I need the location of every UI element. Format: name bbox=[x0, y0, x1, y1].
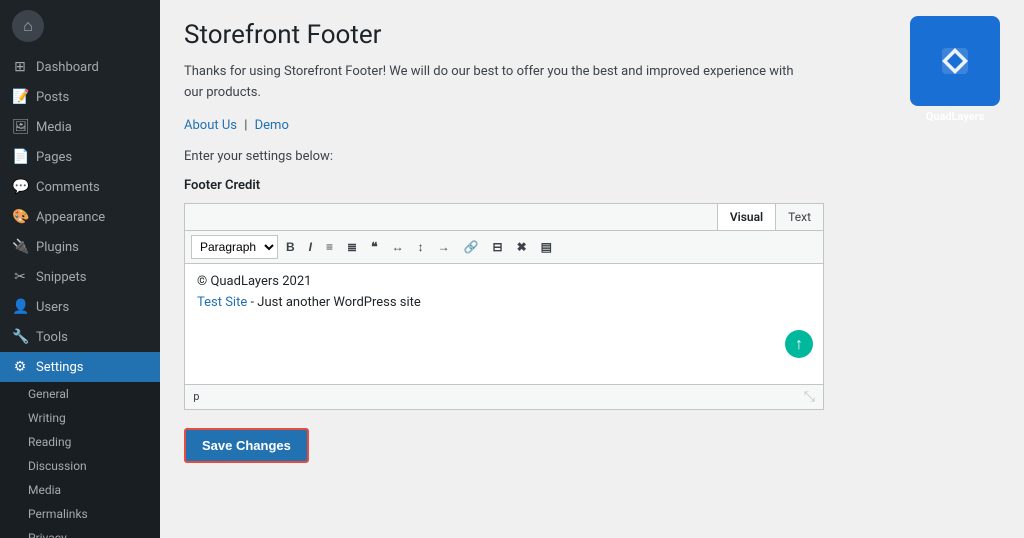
media-icon: 🖼 bbox=[12, 119, 28, 135]
sidebar-item-settings[interactable]: ⚙ Settings bbox=[0, 352, 160, 382]
plugins-icon: 🔌 bbox=[12, 239, 28, 255]
italic-button[interactable]: I bbox=[303, 237, 318, 257]
settings-icon: ⚙ bbox=[12, 359, 28, 375]
submenu-item-general[interactable]: General bbox=[0, 382, 160, 406]
site-desc: - Just another WordPress site bbox=[247, 295, 421, 310]
quadlayers-diamond-icon bbox=[934, 40, 976, 82]
align-center-button[interactable]: ↕ bbox=[412, 237, 430, 257]
table-button[interactable]: ▤ bbox=[535, 237, 558, 257]
editor-body[interactable]: © QuadLayers 2021 Test Site - Just anoth… bbox=[185, 264, 823, 384]
editor-toolbar: Paragraph B I ≡ ≣ ❝ ↔ ↕ → 🔗 ⊟ ✖ ▤ bbox=[185, 231, 823, 264]
site-link-line: Test Site - Just another WordPress site bbox=[197, 295, 811, 310]
align-left-button[interactable]: ↔ bbox=[386, 237, 410, 257]
sidebar-item-label: Appearance bbox=[36, 210, 105, 225]
editor-container: Visual Text Paragraph B I ≡ ≣ ❝ ↔ ↕ → 🔗 … bbox=[184, 203, 824, 410]
sidebar-item-plugins[interactable]: 🔌 Plugins bbox=[0, 232, 160, 262]
sidebar-item-users[interactable]: 👤 Users bbox=[0, 292, 160, 322]
ordered-list-button[interactable]: ≣ bbox=[341, 237, 363, 257]
sidebar-item-comments[interactable]: 💬 Comments bbox=[0, 172, 160, 202]
editor-footer: p ⤡ bbox=[185, 384, 823, 409]
unlink-button[interactable]: ⊟ bbox=[487, 237, 509, 257]
tools-icon: 🔧 bbox=[12, 329, 28, 345]
bold-button[interactable]: B bbox=[280, 237, 301, 257]
settings-submenu: General Writing Reading Discussion Media… bbox=[0, 382, 160, 538]
submenu-item-writing[interactable]: Writing bbox=[0, 406, 160, 430]
posts-icon: 📝 bbox=[12, 89, 28, 105]
sidebar-item-label: Dashboard bbox=[36, 60, 99, 75]
site-link[interactable]: Test Site bbox=[197, 295, 247, 310]
copyright-text: © QuadLayers 2021 bbox=[197, 274, 811, 289]
resize-handle[interactable]: ⤡ bbox=[804, 389, 815, 405]
editor-tabs: Visual Text bbox=[185, 204, 823, 231]
align-right-button[interactable]: → bbox=[432, 237, 456, 257]
sidebar-item-tools[interactable]: 🔧 Tools bbox=[0, 322, 160, 352]
teal-action-button[interactable]: ↑ bbox=[785, 330, 813, 358]
unordered-list-button[interactable]: ≡ bbox=[320, 237, 339, 257]
footer-credit-label: Footer Credit bbox=[184, 178, 1000, 193]
sidebar-item-label: Snippets bbox=[36, 270, 87, 285]
sidebar-item-posts[interactable]: 📝 Posts bbox=[0, 82, 160, 112]
demo-link[interactable]: Demo bbox=[255, 118, 289, 133]
sidebar-item-label: Media bbox=[36, 120, 72, 135]
links-row: About Us | Demo bbox=[184, 118, 1000, 133]
tab-text[interactable]: Text bbox=[775, 204, 823, 230]
editor-tag: p bbox=[193, 390, 200, 403]
link-button[interactable]: 🔗 bbox=[458, 237, 485, 257]
submenu-item-media[interactable]: Media bbox=[0, 478, 160, 502]
dashboard-icon: ⊞ bbox=[12, 59, 28, 75]
sidebar-item-label: Pages bbox=[36, 150, 72, 165]
sidebar-item-label: Users bbox=[36, 300, 69, 315]
comments-icon: 💬 bbox=[12, 179, 28, 195]
users-icon: 👤 bbox=[12, 299, 28, 315]
sidebar-item-snippets[interactable]: ✂ Snippets bbox=[0, 262, 160, 292]
link-divider: | bbox=[244, 118, 250, 133]
sidebar-item-label: Plugins bbox=[36, 240, 79, 255]
sidebar-item-dashboard[interactable]: ⊞ Dashboard bbox=[0, 52, 160, 82]
sidebar-item-label: Settings bbox=[36, 360, 83, 375]
sidebar-item-label: Posts bbox=[36, 90, 69, 105]
page-description: Thanks for using Storefront Footer! We w… bbox=[184, 62, 804, 104]
sidebar-item-appearance[interactable]: 🎨 Appearance bbox=[0, 202, 160, 232]
blockquote-button[interactable]: ❝ bbox=[365, 237, 383, 257]
paragraph-select[interactable]: Paragraph bbox=[191, 235, 278, 259]
quadlayers-logo-box bbox=[910, 16, 1000, 106]
tab-visual[interactable]: Visual bbox=[717, 204, 775, 230]
sidebar: ⌂ ⊞ Dashboard 📝 Posts 🖼 Media 📄 Pages 💬 … bbox=[0, 0, 160, 538]
sidebar-item-label: Tools bbox=[36, 330, 68, 345]
quadlayers-logo-text: QuadLayers bbox=[910, 110, 1000, 123]
sidebar-logo: ⌂ bbox=[0, 0, 160, 52]
submenu-item-discussion[interactable]: Discussion bbox=[0, 454, 160, 478]
save-changes-button[interactable]: Save Changes bbox=[184, 428, 309, 463]
settings-prompt: Enter your settings below: bbox=[184, 149, 1000, 164]
sidebar-item-label: Comments bbox=[36, 180, 100, 195]
wordpress-icon: ⌂ bbox=[12, 10, 44, 42]
page-title: Storefront Footer bbox=[184, 20, 1000, 50]
submenu-item-privacy[interactable]: Privacy bbox=[0, 526, 160, 538]
appearance-icon: 🎨 bbox=[12, 209, 28, 225]
quadlayers-logo: QuadLayers bbox=[910, 16, 1000, 123]
snippets-icon: ✂ bbox=[12, 269, 28, 285]
sidebar-item-media[interactable]: 🖼 Media bbox=[0, 112, 160, 142]
submenu-item-reading[interactable]: Reading bbox=[0, 430, 160, 454]
main-content: QuadLayers Storefront Footer Thanks for … bbox=[160, 0, 1024, 538]
pages-icon: 📄 bbox=[12, 149, 28, 165]
fullscreen-button[interactable]: ✖ bbox=[511, 237, 533, 257]
about-us-link[interactable]: About Us bbox=[184, 118, 237, 133]
sidebar-item-pages[interactable]: 📄 Pages bbox=[0, 142, 160, 172]
submenu-item-permalinks[interactable]: Permalinks bbox=[0, 502, 160, 526]
